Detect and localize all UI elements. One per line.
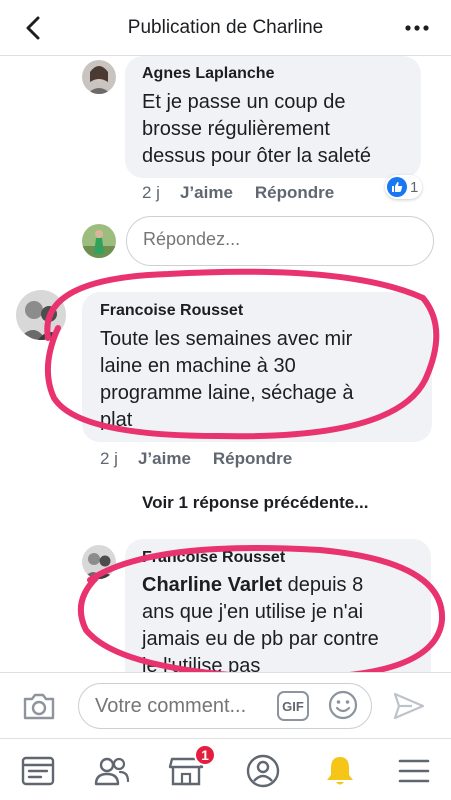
comment-text: Charline Varlet depuis 8 ans que j'en ut… (142, 572, 379, 680)
news-feed-icon[interactable] (18, 751, 58, 791)
comment-time: 2 j (142, 183, 160, 202)
comment-actions: 2 j J’aime Répondre (100, 449, 292, 469)
reply-input[interactable] (143, 229, 413, 250)
comment-author[interactable]: Agnes Laplanche (142, 65, 274, 83)
like-reaction-count[interactable]: 1 (385, 175, 423, 199)
comment-actions: 2 j J’aime Répondre (142, 183, 334, 203)
comment-line: plat (100, 409, 133, 431)
send-icon[interactable] (392, 691, 426, 721)
avatar-francoise-reply[interactable] (82, 545, 116, 579)
comment-line: programme laine, séchage à (100, 382, 354, 404)
reply-input-box[interactable] (126, 216, 434, 266)
like-button[interactable]: J’aime (180, 183, 233, 203)
avatar-francoise[interactable] (16, 290, 66, 340)
comment-text: Et je passe un coup de brosse régulièrem… (142, 89, 371, 170)
top-bar: Publication de Charline (0, 0, 451, 56)
menu-icon[interactable] (394, 751, 434, 791)
comment-line: jamais eu de pb par contre (142, 628, 379, 650)
comment-input[interactable] (95, 695, 275, 718)
comment-composer: GIF (0, 672, 451, 738)
comment-bubble[interactable]: Francoise Rousset Toute les semaines ave… (82, 292, 432, 442)
bottom-navigation: 1 (0, 738, 451, 800)
comment-line: ans que j'en utilise je n'ai (142, 601, 364, 623)
comment-author[interactable]: Francoise Rousset (142, 549, 285, 567)
avatar-agnes[interactable] (82, 60, 116, 94)
comment-input-box[interactable]: GIF (78, 683, 372, 729)
comment-line: brosse régulièrement (142, 118, 330, 140)
reply-button[interactable]: Répondre (255, 183, 334, 203)
friends-icon[interactable] (92, 751, 132, 791)
notification-badge: 1 (194, 744, 216, 766)
mention-link[interactable]: Charline Varlet (142, 574, 282, 596)
view-previous-replies-link[interactable]: Voir 1 réponse précédente... (142, 493, 368, 513)
reply-button[interactable]: Répondre (213, 449, 292, 469)
like-button[interactable]: J’aime (138, 449, 191, 469)
sticker-smile-icon[interactable] (327, 689, 359, 721)
comment-line: laine en machine à 30 (100, 355, 296, 377)
comment-line: Toute les semaines avec mir (100, 328, 353, 350)
profile-icon[interactable] (243, 751, 283, 791)
comment-line: dessus pour ôter la saleté (142, 145, 372, 167)
comment-text: Toute les semaines avec mir laine en mac… (100, 326, 353, 434)
comment-line: Et je passe un coup de (142, 91, 346, 113)
comment-line-tail: depuis 8 (282, 574, 364, 596)
comment-author[interactable]: Francoise Rousset (100, 302, 243, 320)
avatar-current-user[interactable] (82, 224, 116, 258)
notifications-bell-icon[interactable] (320, 751, 360, 791)
camera-icon[interactable] (22, 691, 56, 721)
gif-button[interactable]: GIF (277, 691, 309, 721)
reaction-count: 1 (410, 178, 419, 196)
more-options-icon[interactable] (403, 14, 431, 42)
page-title: Publication de Charline (127, 17, 324, 38)
comment-bubble[interactable]: Agnes Laplanche Et je passe un coup de b… (125, 56, 421, 178)
comment-line: Charline Varlet depuis 8 (142, 572, 379, 599)
thumbs-up-icon (387, 177, 407, 197)
comment-time: 2 j (100, 449, 118, 468)
